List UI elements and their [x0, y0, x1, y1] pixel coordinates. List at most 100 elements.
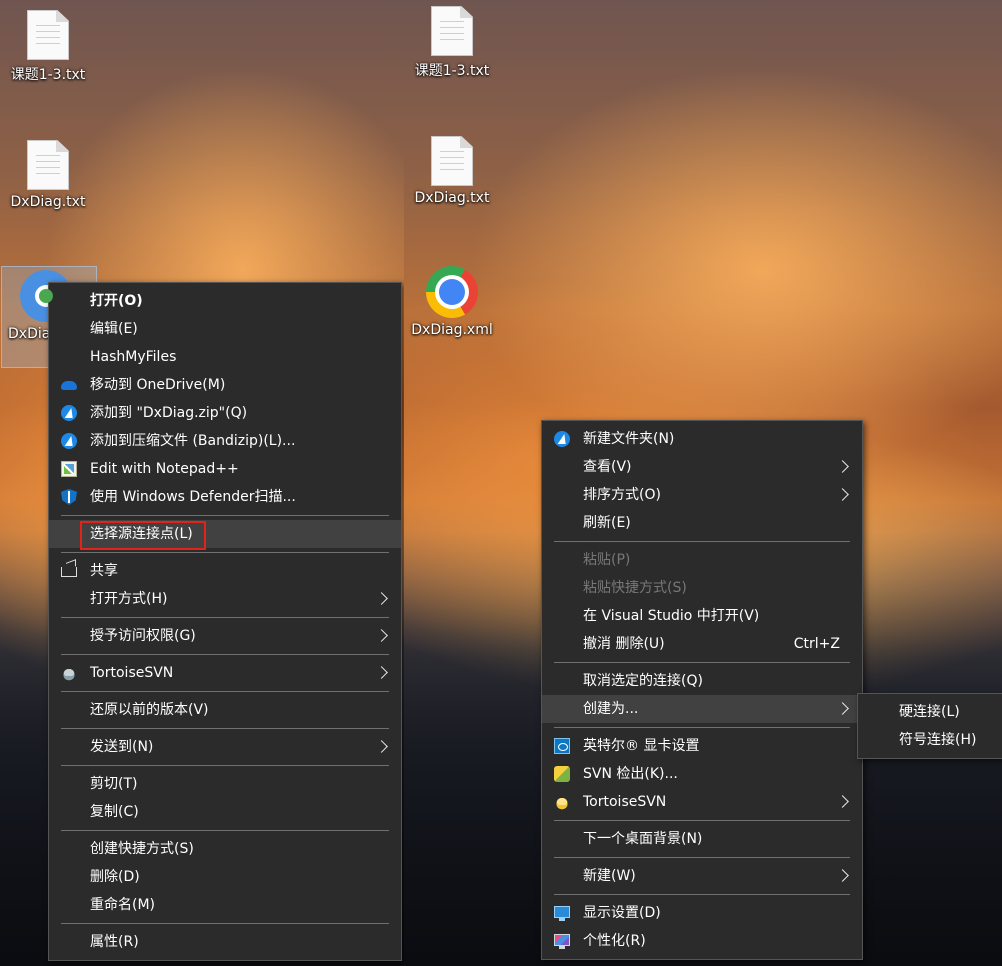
menu-separator	[61, 728, 389, 729]
menu-separator	[554, 727, 850, 728]
menu-item-打开[interactable]: 打开(O)	[49, 287, 401, 315]
create-as-submenu: 硬连接(L) 符号连接(H)	[857, 693, 1002, 759]
desktop-icon-dxdiag-txt[interactable]: DxDiag.txt	[6, 140, 90, 210]
menu-item-符号连接[interactable]: 符号连接(H)	[858, 726, 1002, 754]
menu-item-创建为[interactable]: 创建为...	[542, 695, 862, 723]
menu-item-移动到-onedrive[interactable]: 移动到 OneDrive(M)	[49, 371, 401, 399]
menu-item-个性化[interactable]: 个性化(R)	[542, 927, 862, 955]
desktop-left: 课题1-3.txt DxDiag.txt DxDiag.xml 打开(O)编辑(…	[0, 0, 404, 966]
desktop-icon-txt-1[interactable]: 课题1-3.txt	[410, 6, 494, 80]
menu-item-label: 授予访问权限(G)	[90, 628, 196, 644]
menu-item-label: 在 Visual Studio 中打开(V)	[583, 608, 760, 624]
red-highlight-box	[80, 521, 206, 550]
menu-item-label: 移动到 OneDrive(M)	[90, 377, 226, 393]
menu-item-英特尔-显卡设置[interactable]: 英特尔® 显卡设置	[542, 732, 862, 760]
menu-item-删除[interactable]: 删除(D)	[49, 863, 401, 891]
personalize-icon	[554, 934, 570, 949]
menu-item-label: 新建文件夹(N)	[583, 431, 675, 447]
menu-item-硬连接[interactable]: 硬连接(L)	[858, 698, 1002, 726]
share-icon	[61, 567, 77, 577]
menu-item-label: 个性化(R)	[583, 933, 646, 949]
menu-item-tortoisesvn[interactable]: TortoiseSVN	[49, 659, 401, 687]
menu-item-label: 编辑(E)	[90, 321, 138, 337]
menu-item-复制[interactable]: 复制(C)	[49, 798, 401, 826]
file-context-menu: 打开(O) 编辑(E) HashMyFiles 移动到 OneDrive(M) 添加到 …	[48, 282, 402, 961]
bandizip-icon	[554, 431, 570, 447]
menu-item-在-visual-studio-中打开[interactable]: 在 Visual Studio 中打开(V)	[542, 602, 862, 630]
menu-item-label: 新建(W)	[583, 868, 636, 884]
text-file-icon	[431, 136, 473, 186]
menu-item-hashmyfiles[interactable]: HashMyFiles	[49, 343, 401, 371]
menu-item-label: 符号连接(H)	[899, 732, 977, 748]
tortoisesvn-icon	[554, 794, 570, 810]
menu-item-授予访问权限[interactable]: 授予访问权限(G)	[49, 622, 401, 650]
menu-item-刷新[interactable]: 刷新(E)	[542, 509, 862, 537]
menu-item-label: 英特尔® 显卡设置	[583, 738, 700, 754]
onedrive-icon	[61, 381, 77, 390]
chevron-right-icon	[836, 453, 850, 481]
desktop-icon-dxdiag-xml[interactable]: DxDiag.xml	[410, 266, 494, 338]
defender-icon	[61, 489, 77, 505]
menu-separator	[554, 541, 850, 542]
menu-item-属性[interactable]: 属性(R)	[49, 928, 401, 956]
chevron-right-icon	[375, 585, 389, 613]
chevron-right-icon	[836, 481, 850, 509]
menu-item-打开方式[interactable]: 打开方式(H)	[49, 585, 401, 613]
chrome-file-icon	[426, 266, 478, 318]
menu-item-撤消-删除[interactable]: 撤消 删除(U) Ctrl+Z	[542, 630, 862, 658]
menu-item-共享[interactable]: 共享	[49, 557, 401, 585]
menu-separator	[61, 765, 389, 766]
desktop-icon-txt-1[interactable]: 课题1-3.txt	[6, 10, 90, 84]
menu-item-label: 粘贴快捷方式(S)	[583, 580, 687, 596]
desktop-icon-dxdiag-txt[interactable]: DxDiag.txt	[410, 136, 494, 206]
menu-item-编辑[interactable]: 编辑(E)	[49, 315, 401, 343]
chevron-right-icon	[836, 862, 850, 890]
tortoisesvn-icon	[61, 665, 77, 681]
desktop-icon-label: DxDiag.txt	[414, 190, 490, 206]
menu-item-新建文件夹[interactable]: 新建文件夹(N)	[542, 425, 862, 453]
notepadpp-icon	[61, 461, 77, 477]
menu-item-label: 查看(V)	[583, 459, 632, 475]
menu-item-创建快捷方式[interactable]: 创建快捷方式(S)	[49, 835, 401, 863]
menu-item-edit-with-notepad[interactable]: Edit with Notepad++	[49, 455, 401, 483]
menu-separator	[61, 515, 389, 516]
menu-item-剪切[interactable]: 剪切(T)	[49, 770, 401, 798]
menu-item-重命名[interactable]: 重命名(M)	[49, 891, 401, 919]
menu-item-svn-检出[interactable]: SVN 检出(K)...	[542, 760, 862, 788]
menu-item-tortoisesvn[interactable]: TortoiseSVN	[542, 788, 862, 816]
menu-item-label: 打开方式(H)	[90, 591, 168, 607]
menu-item-查看[interactable]: 查看(V)	[542, 453, 862, 481]
chevron-right-icon	[836, 788, 850, 816]
menu-item-label: 重命名(M)	[90, 897, 156, 913]
menu-item-label: 打开(O)	[90, 293, 143, 309]
menu-item-还原以前的版本[interactable]: 还原以前的版本(V)	[49, 696, 401, 724]
menu-item-label: TortoiseSVN	[583, 794, 667, 810]
menu-item-添加到压缩文件[interactable]: 添加到压缩文件 (Bandizip)(L)...	[49, 427, 401, 455]
shortcut-label: Ctrl+Z	[793, 636, 840, 652]
menu-item-添加到-dxdiag-zip[interactable]: 添加到 "DxDiag.zip"(Q)	[49, 399, 401, 427]
text-file-icon	[27, 140, 69, 190]
svn-checkout-icon	[554, 766, 570, 782]
chevron-right-icon	[375, 733, 389, 761]
menu-item-label: 属性(R)	[90, 934, 139, 950]
menu-item-label: 复制(C)	[90, 804, 139, 820]
menu-item-使用-windows-defender扫描[interactable]: 使用 Windows Defender扫描...	[49, 483, 401, 511]
text-file-icon	[431, 6, 473, 56]
menu-item-发送到[interactable]: 发送到(N)	[49, 733, 401, 761]
menu-separator	[61, 923, 389, 924]
menu-item-label: TortoiseSVN	[90, 665, 174, 681]
menu-item-取消选定的连接[interactable]: 取消选定的连接(Q)	[542, 667, 862, 695]
menu-item-排序方式[interactable]: 排序方式(O)	[542, 481, 862, 509]
menu-separator	[61, 830, 389, 831]
menu-item-显示设置[interactable]: 显示设置(D)	[542, 899, 862, 927]
menu-separator	[61, 617, 389, 618]
menu-separator	[554, 857, 850, 858]
menu-item-下一个桌面背景[interactable]: 下一个桌面背景(N)	[542, 825, 862, 853]
menu-separator	[554, 894, 850, 895]
menu-item-label: 添加到压缩文件 (Bandizip)(L)...	[90, 433, 296, 449]
display-settings-icon	[554, 906, 570, 921]
menu-item-label: 取消选定的连接(Q)	[583, 673, 703, 689]
menu-item-label: 共享	[90, 563, 118, 579]
menu-item-新建[interactable]: 新建(W)	[542, 862, 862, 890]
menu-bottom-padding	[858, 754, 1002, 758]
